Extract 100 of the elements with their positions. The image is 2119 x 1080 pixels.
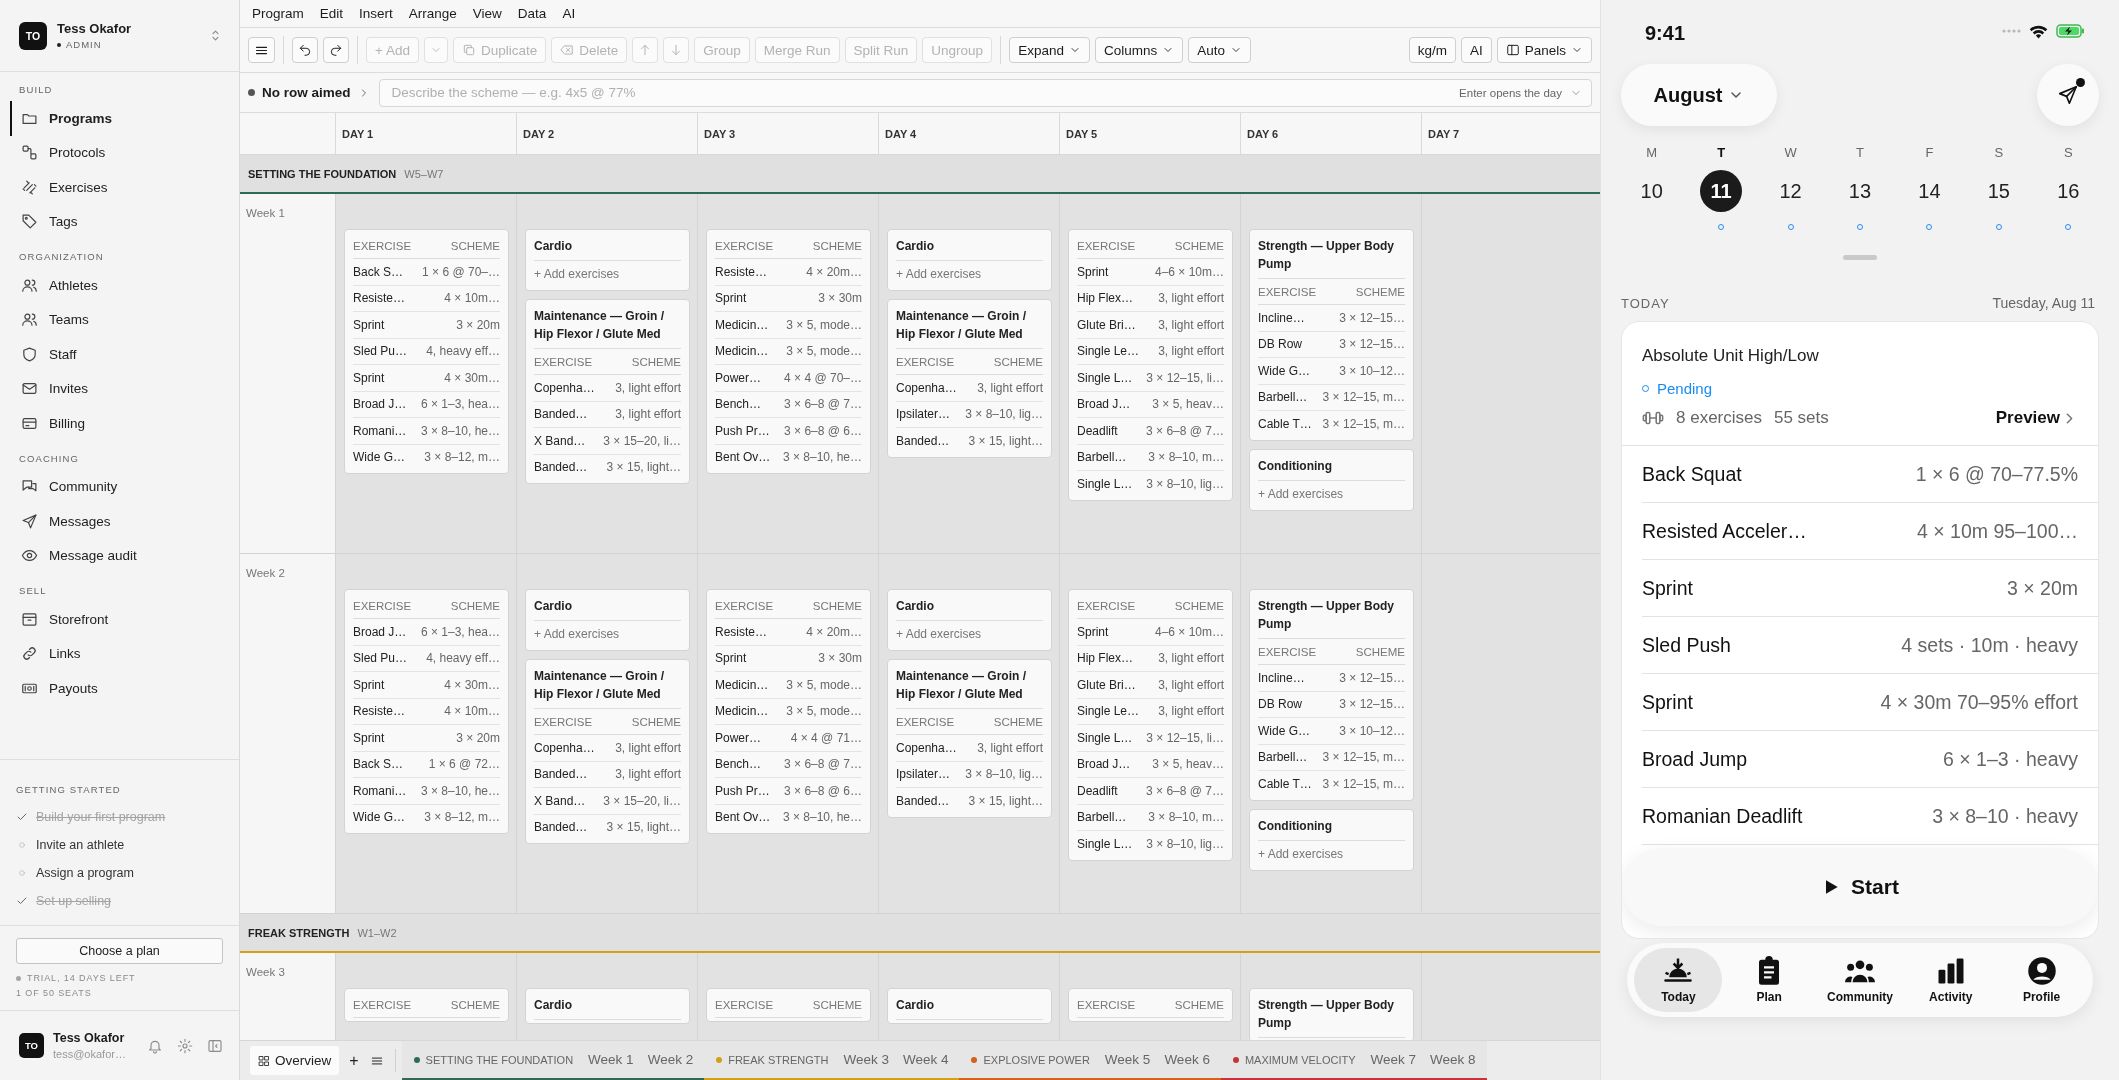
add-exercises-link[interactable]: + Add exercises bbox=[534, 261, 620, 287]
toolbar-button[interactable]: Panels bbox=[1496, 37, 1592, 63]
menu-item[interactable]: Program bbox=[244, 6, 312, 21]
menu-button[interactable] bbox=[248, 37, 275, 63]
scheme-text: 3 × 5, heav… bbox=[1152, 397, 1224, 412]
exercise-name: Deadlift bbox=[1077, 423, 1118, 438]
exercise-name: Wide G… bbox=[353, 810, 405, 825]
nav-item[interactable]: Teams bbox=[10, 302, 239, 337]
date-number[interactable]: 16 bbox=[2047, 170, 2090, 212]
exercise-name: Bent Ov… bbox=[715, 810, 771, 825]
card-title: Strength — Upper Body Pump bbox=[1258, 593, 1405, 639]
date-number[interactable]: 13 bbox=[1839, 170, 1881, 212]
exercise-count: 8 exercises bbox=[1676, 408, 1762, 428]
nav-item[interactable]: Community bbox=[10, 469, 239, 504]
dropdown-button[interactable]: Expand bbox=[1009, 37, 1090, 63]
dropdown-button[interactable]: Columns bbox=[1094, 37, 1184, 63]
exercise-name: Glute Bri… bbox=[1077, 317, 1136, 332]
column-header: SCHEME bbox=[1355, 645, 1405, 658]
week-tab[interactable]: Week 7 bbox=[1363, 1052, 1424, 1067]
notification-dot bbox=[2076, 78, 2085, 87]
toolbar-button[interactable]: kg/m bbox=[1408, 37, 1456, 63]
exercise-name: Sled Pu… bbox=[353, 344, 408, 359]
choose-plan-button[interactable]: Choose a plan bbox=[16, 938, 223, 964]
preview-button[interactable]: Preview bbox=[1995, 408, 2078, 428]
nav-item[interactable]: Message audit bbox=[10, 538, 239, 573]
dropdown-button[interactable]: Auto bbox=[1188, 37, 1251, 63]
date-number[interactable]: 14 bbox=[1908, 170, 1951, 212]
tab[interactable]: Community bbox=[1816, 948, 1904, 1012]
week-tab[interactable]: Week 6 bbox=[1157, 1052, 1217, 1067]
day-header: DAY 4 bbox=[885, 127, 917, 140]
scheme-text: 4 × 30m 70–95% effort bbox=[1880, 690, 2078, 714]
nav-item[interactable]: Billing bbox=[10, 406, 239, 441]
checklist-item[interactable]: Assign a program bbox=[16, 859, 134, 887]
nav-item[interactable]: Athletes bbox=[10, 268, 239, 303]
redo-button[interactable] bbox=[323, 37, 349, 63]
exercise-name: Barbell… bbox=[1077, 810, 1127, 825]
scheme-text: 3 × 12–15… bbox=[1339, 697, 1405, 712]
people-icon bbox=[21, 311, 38, 329]
add-tab-button[interactable]: + bbox=[343, 1047, 365, 1074]
checklist-item[interactable]: Invite an athlete bbox=[16, 831, 125, 859]
nav-item[interactable]: Tags bbox=[10, 204, 239, 239]
settings-icon[interactable] bbox=[177, 1037, 193, 1054]
add-exercises-link[interactable]: + Add exercises bbox=[534, 621, 620, 647]
exercise-name: Sled Push bbox=[1642, 633, 1731, 657]
add-exercises-link[interactable]: + Add exercises bbox=[1258, 480, 1344, 507]
phase-tab[interactable]: EXPLOSIVE POWER bbox=[963, 1053, 1098, 1066]
check-icon bbox=[16, 895, 28, 907]
tab[interactable]: Plan bbox=[1725, 948, 1814, 1012]
menu-item[interactable]: Edit bbox=[311, 6, 352, 21]
menu-item[interactable]: Insert bbox=[351, 6, 401, 21]
start-button[interactable]: Start bbox=[1622, 848, 2098, 926]
menu-item[interactable]: Arrange bbox=[400, 6, 465, 21]
exercise-name: Resiste… bbox=[353, 291, 405, 306]
phase-tab[interactable]: FREAK STRENGTH bbox=[708, 1053, 837, 1066]
nav-item[interactable]: Invites bbox=[10, 371, 239, 406]
menu-item[interactable]: Data bbox=[509, 6, 555, 21]
overview-tab[interactable]: Overview bbox=[250, 1046, 340, 1075]
section-label: BUILD bbox=[19, 84, 53, 95]
menu-item[interactable]: AI bbox=[554, 6, 584, 21]
nav-item[interactable]: Payouts bbox=[10, 671, 239, 706]
sheet-handle[interactable] bbox=[1843, 255, 1877, 260]
card-title: Maintenance — Groin / Hip Flexor / Glute Med bbox=[534, 303, 681, 349]
section-label: ORGANIZATION bbox=[19, 251, 104, 262]
dumbbell-icon bbox=[21, 178, 38, 196]
week-tab[interactable]: Week 2 bbox=[640, 1052, 701, 1067]
week-tab[interactable]: Week 5 bbox=[1097, 1052, 1158, 1067]
add-exercises-link[interactable]: + Add exercises bbox=[896, 621, 982, 647]
column-header: EXERCISE bbox=[1077, 239, 1136, 252]
nav-item[interactable]: Storefront bbox=[10, 602, 239, 637]
sidebar-toggle-icon[interactable] bbox=[207, 1037, 223, 1054]
scheme-text: 3 × 8–12, m… bbox=[424, 810, 500, 825]
nav-item[interactable]: Staff bbox=[10, 337, 239, 372]
redo-icon bbox=[329, 43, 343, 57]
column-header: SCHEME bbox=[450, 599, 500, 612]
menu-item[interactable]: View bbox=[464, 6, 510, 21]
tab[interactable]: Profile bbox=[1997, 948, 2086, 1012]
exercise-name: Banded… bbox=[534, 820, 588, 835]
nav-item[interactable]: Messages bbox=[10, 504, 239, 539]
toolbar-button[interactable]: AI bbox=[1460, 37, 1492, 63]
nav-item[interactable]: Links bbox=[10, 636, 239, 671]
week-tab[interactable]: Week 4 bbox=[895, 1052, 956, 1067]
phase-tab[interactable]: SETTING THE FOUNDATION bbox=[405, 1053, 582, 1066]
week-tab[interactable]: Week 3 bbox=[836, 1052, 896, 1067]
date-number[interactable]: 11 bbox=[1700, 170, 1743, 212]
week-tab[interactable]: Week 1 bbox=[581, 1052, 641, 1067]
date-number[interactable]: 10 bbox=[1630, 170, 1673, 212]
week-tab[interactable]: Week 8 bbox=[1423, 1052, 1483, 1067]
undo-button[interactable] bbox=[292, 37, 318, 63]
date-number[interactable]: 15 bbox=[1977, 170, 2020, 212]
add-exercises-link[interactable]: + Add exercises bbox=[896, 261, 982, 287]
nav-item[interactable]: Exercises bbox=[10, 170, 239, 205]
workout-title: Absolute Unit High/Low bbox=[1642, 346, 1819, 366]
month-picker[interactable]: August bbox=[1621, 64, 1777, 126]
exercise-name: Single L… bbox=[1077, 476, 1133, 491]
add-exercises-link[interactable]: + Add exercises bbox=[1258, 840, 1344, 867]
tab[interactable]: Activity bbox=[1906, 948, 1995, 1012]
date-number[interactable]: 12 bbox=[1769, 170, 1812, 212]
phase-tab[interactable]: MAXIMUM VELOCITY bbox=[1224, 1053, 1364, 1066]
tab[interactable]: Today bbox=[1634, 948, 1723, 1012]
nav-item[interactable]: Protocols bbox=[10, 135, 239, 170]
